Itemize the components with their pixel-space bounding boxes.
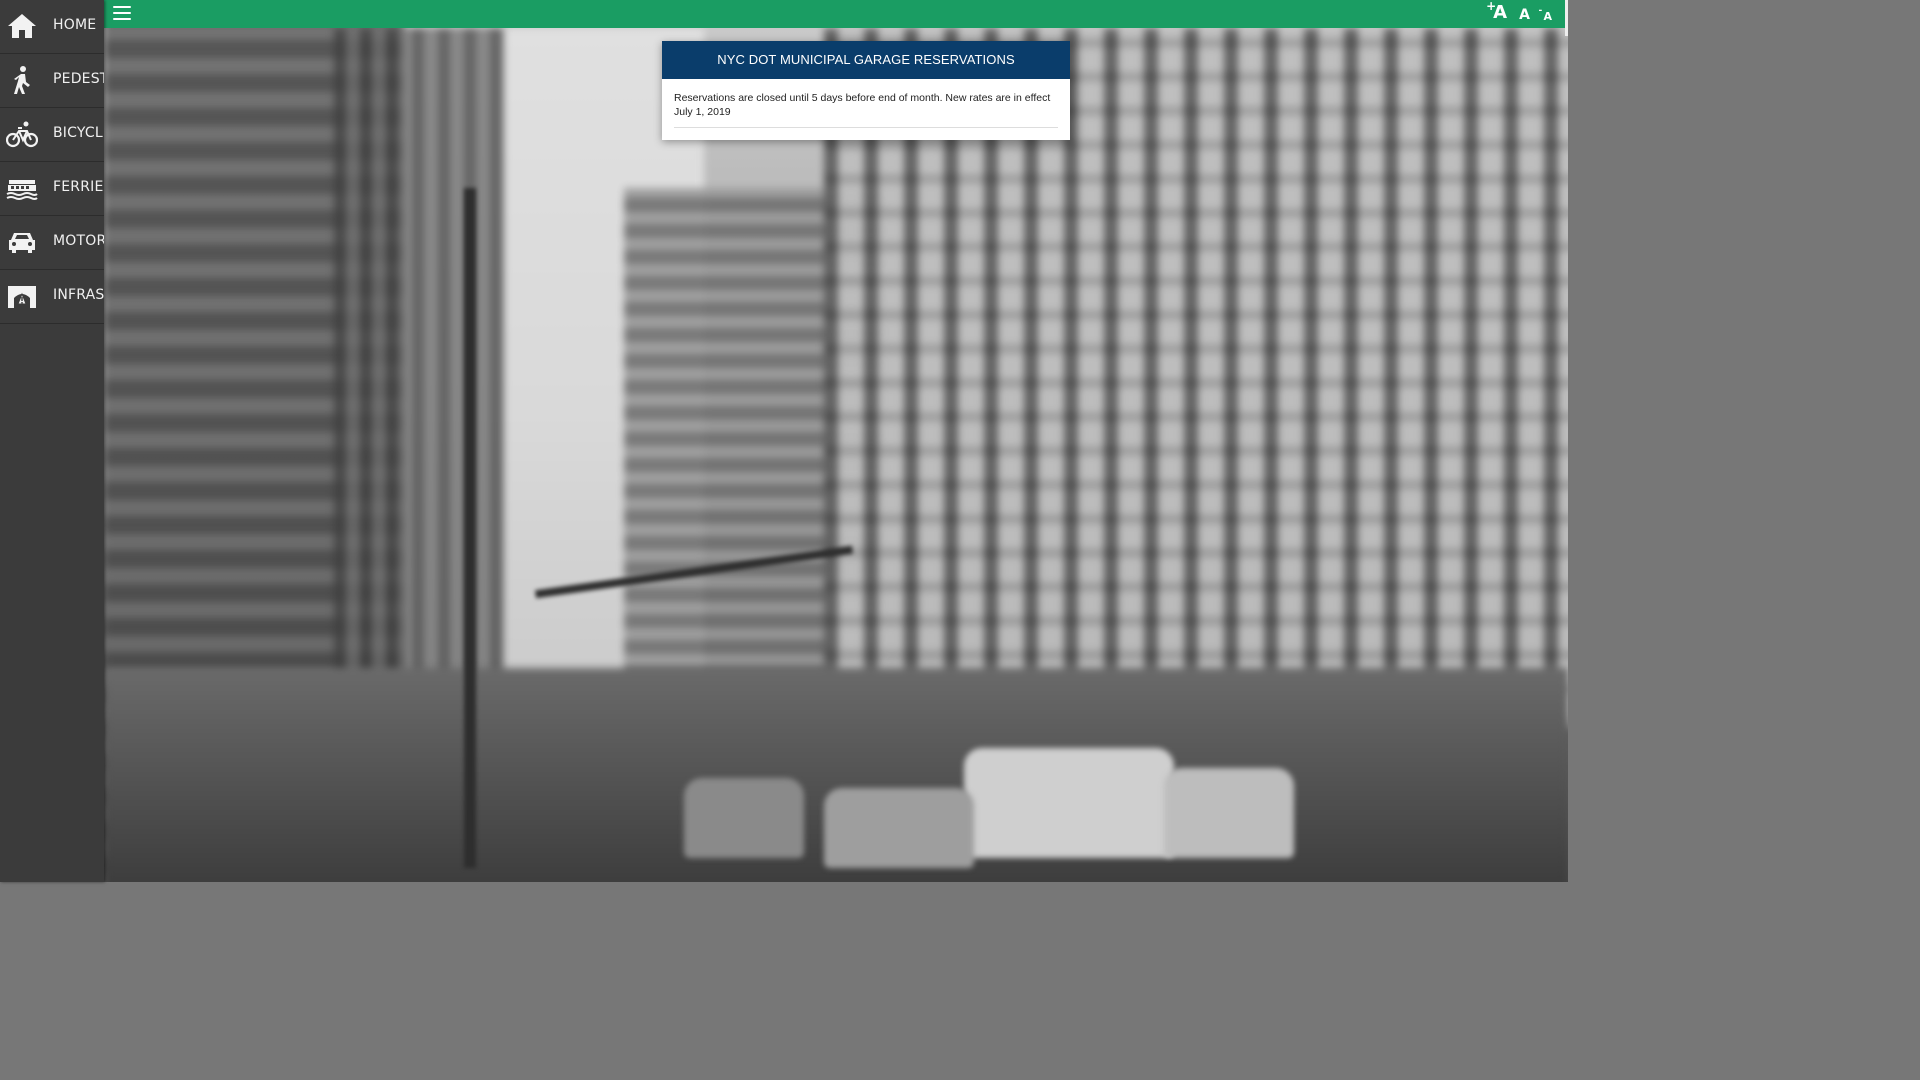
minus-sign: -: [1538, 6, 1543, 16]
sidebar-item-pedestrians[interactable]: PEDEST: [0, 54, 104, 108]
sidebar: HOME PEDEST BICYCLIS: [0, 0, 104, 882]
sidebar-item-ferries[interactable]: FERRIES: [0, 162, 104, 216]
notice-dialog: NYC DOT MUNICIPAL GARAGE RESERVATIONS Re…: [662, 41, 1070, 140]
bicycle-icon: [6, 118, 38, 150]
pedestrian-icon: [6, 64, 38, 96]
sidebar-item-home[interactable]: HOME: [0, 0, 104, 54]
sidebar-item-bicyclists[interactable]: BICYCLIS: [0, 108, 104, 162]
car-icon: [6, 226, 38, 258]
font-normal-button[interactable]: A: [1519, 7, 1530, 23]
sidebar-item-label: FERRIES: [53, 179, 104, 195]
scrollbar[interactable]: [1565, 0, 1568, 36]
font-decrease-button[interactable]: -A: [1538, 6, 1552, 23]
sidebar-item-infrastructure[interactable]: INFRAST: [0, 270, 104, 324]
sidebar-item-label: PEDEST: [53, 71, 104, 87]
hamburger-menu-icon[interactable]: [113, 6, 131, 21]
background-photo: [104, 28, 1568, 882]
dialog-divider: [674, 127, 1058, 128]
top-bar: + A A -A: [104, 0, 1568, 28]
ferry-icon: [6, 172, 38, 204]
sidebar-item-label: HOME: [53, 17, 97, 33]
sidebar-item-label: BICYCLIS: [53, 125, 104, 141]
sidebar-item-label: MOTORI: [53, 233, 104, 249]
dialog-message: Reservations are closed until 5 days bef…: [674, 92, 1051, 118]
sidebar-item-motorists[interactable]: MOTORI: [0, 216, 104, 270]
dialog-title: NYC DOT MUNICIPAL GARAGE RESERVATIONS: [662, 41, 1070, 79]
bridge-icon: [6, 280, 38, 312]
sidebar-item-label: INFRAST: [53, 287, 104, 303]
font-normal-label: A: [1519, 7, 1530, 23]
plus-sign: +: [1486, 0, 1497, 13]
font-increase-button[interactable]: + A: [1486, 0, 1507, 23]
font-decrease-label: A: [1543, 10, 1552, 23]
home-icon: [6, 10, 38, 42]
